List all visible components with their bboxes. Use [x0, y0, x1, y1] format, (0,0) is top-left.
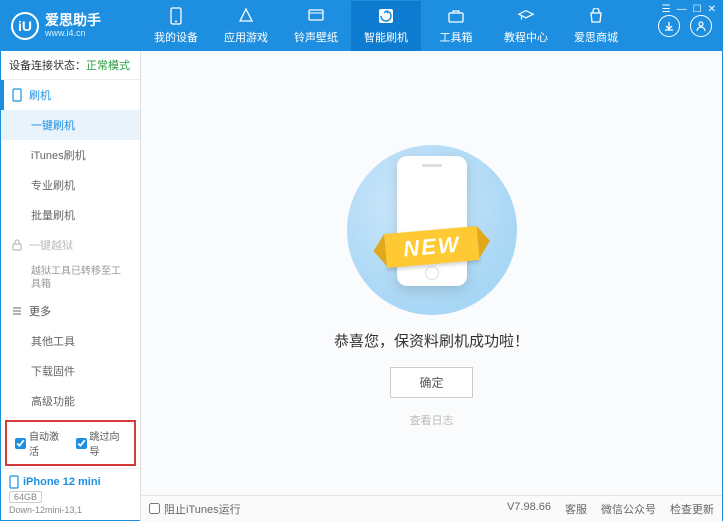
checkbox-input[interactable] [76, 438, 87, 449]
tutorial-icon [517, 7, 535, 25]
device-status: 设备连接状态：正常模式 [1, 51, 140, 80]
sidebar-item-itunes[interactable]: iTunes刷机 [1, 140, 140, 170]
close-icon[interactable]: ✕ [708, 4, 716, 15]
sidebar-item-advanced[interactable]: 高级功能 [1, 386, 140, 416]
device-info[interactable]: iPhone 12 mini 64GB Down-12mini-13,1 [1, 468, 140, 521]
sidebar-item-firmware[interactable]: 下载固件 [1, 356, 140, 386]
device-icon [9, 475, 19, 489]
logo: iU 爱思助手 www.i4.cn [1, 12, 141, 40]
user-icon[interactable] [690, 15, 712, 37]
checkbox-input[interactable] [15, 438, 26, 449]
nav-label: 爱思商城 [574, 29, 618, 45]
phone-icon [11, 88, 23, 102]
section-title: 刷机 [29, 87, 51, 103]
window-controls: ☰ — ☐ ✕ [662, 4, 716, 15]
section-title: 更多 [29, 303, 51, 319]
nav-label: 应用游戏 [224, 29, 268, 45]
checkbox-input[interactable] [149, 503, 160, 514]
status-value: 正常模式 [86, 60, 130, 72]
sidebar-item-batch[interactable]: 批量刷机 [1, 200, 140, 230]
support-link[interactable]: 客服 [565, 501, 587, 517]
flash-icon [377, 7, 395, 25]
main-nav: 我的设备 应用游戏 铃声壁纸 智能刷机 工具箱 教程中心 [141, 1, 631, 51]
nav-toolbox[interactable]: 工具箱 [421, 1, 491, 51]
lock-icon [11, 239, 23, 251]
nav-label: 工具箱 [440, 29, 473, 45]
update-link[interactable]: 检查更新 [670, 501, 714, 517]
logo-icon: iU [11, 12, 39, 40]
sidebar-item-other[interactable]: 其他工具 [1, 326, 140, 356]
footer: 阻止iTunes运行 V7.98.66 客服 微信公众号 检查更新 [141, 495, 722, 521]
header: ☰ — ☐ ✕ iU 爱思助手 www.i4.cn 我的设备 应用游戏 铃声壁纸 [1, 1, 722, 51]
version-label: V7.98.66 [507, 501, 551, 517]
device-model: Down-12mini-13,1 [9, 505, 132, 515]
status-label: 设备连接状态： [9, 60, 86, 72]
store-icon [587, 7, 605, 25]
jailbreak-note: 越狱工具已转移至工具箱 [1, 260, 140, 296]
app-url: www.i4.cn [45, 29, 101, 39]
nav-label: 铃声壁纸 [294, 29, 338, 45]
ok-button[interactable]: 确定 [390, 367, 472, 398]
app-name: 爱思助手 [45, 13, 101, 28]
success-illustration: NEW [347, 145, 517, 315]
list-icon [11, 305, 23, 317]
device-icon [167, 7, 185, 25]
section-more[interactable]: 更多 [1, 296, 140, 326]
checkbox-auto-activate[interactable]: 自动激活 [15, 428, 66, 458]
settings-icon[interactable]: ☰ [662, 4, 671, 15]
maximize-icon[interactable]: ☐ [693, 4, 702, 15]
download-icon[interactable] [658, 15, 680, 37]
device-name: iPhone 12 mini [23, 476, 101, 488]
nav-tutorial[interactable]: 教程中心 [491, 1, 561, 51]
sidebar-item-oneclick[interactable]: 一键刷机 [1, 110, 140, 140]
apps-icon [237, 7, 255, 25]
nav-label: 智能刷机 [364, 29, 408, 45]
success-message: 恭喜您，保资料刷机成功啦！ [334, 330, 529, 351]
nav-label: 教程中心 [504, 29, 548, 45]
section-jailbreak: 一键越狱 [1, 230, 140, 260]
options-row: 自动激活 跳过向导 [5, 420, 136, 466]
toolbox-icon [447, 7, 465, 25]
nav-label: 我的设备 [154, 29, 198, 45]
sidebar-item-pro[interactable]: 专业刷机 [1, 170, 140, 200]
section-flash[interactable]: 刷机 [1, 80, 140, 110]
sidebar: 设备连接状态：正常模式 刷机 一键刷机 iTunes刷机 专业刷机 批量刷机 一… [1, 51, 141, 521]
main-content: NEW 恭喜您，保资料刷机成功啦！ 确定 查看日志 阻止iTunes运行 V7.… [141, 51, 722, 521]
wechat-link[interactable]: 微信公众号 [601, 501, 656, 517]
section-title: 一键越狱 [29, 237, 73, 253]
nav-media[interactable]: 铃声壁纸 [281, 1, 351, 51]
view-log-link[interactable]: 查看日志 [410, 412, 454, 428]
nav-apps[interactable]: 应用游戏 [211, 1, 281, 51]
minimize-icon[interactable]: — [677, 4, 687, 15]
nav-flash[interactable]: 智能刷机 [351, 1, 421, 51]
nav-store[interactable]: 爱思商城 [561, 1, 631, 51]
nav-my-device[interactable]: 我的设备 [141, 1, 211, 51]
device-capacity: 64GB [9, 491, 42, 503]
checkbox-skip-guide[interactable]: 跳过向导 [76, 428, 127, 458]
media-icon [307, 7, 325, 25]
checkbox-block-itunes[interactable]: 阻止iTunes运行 [149, 501, 241, 517]
